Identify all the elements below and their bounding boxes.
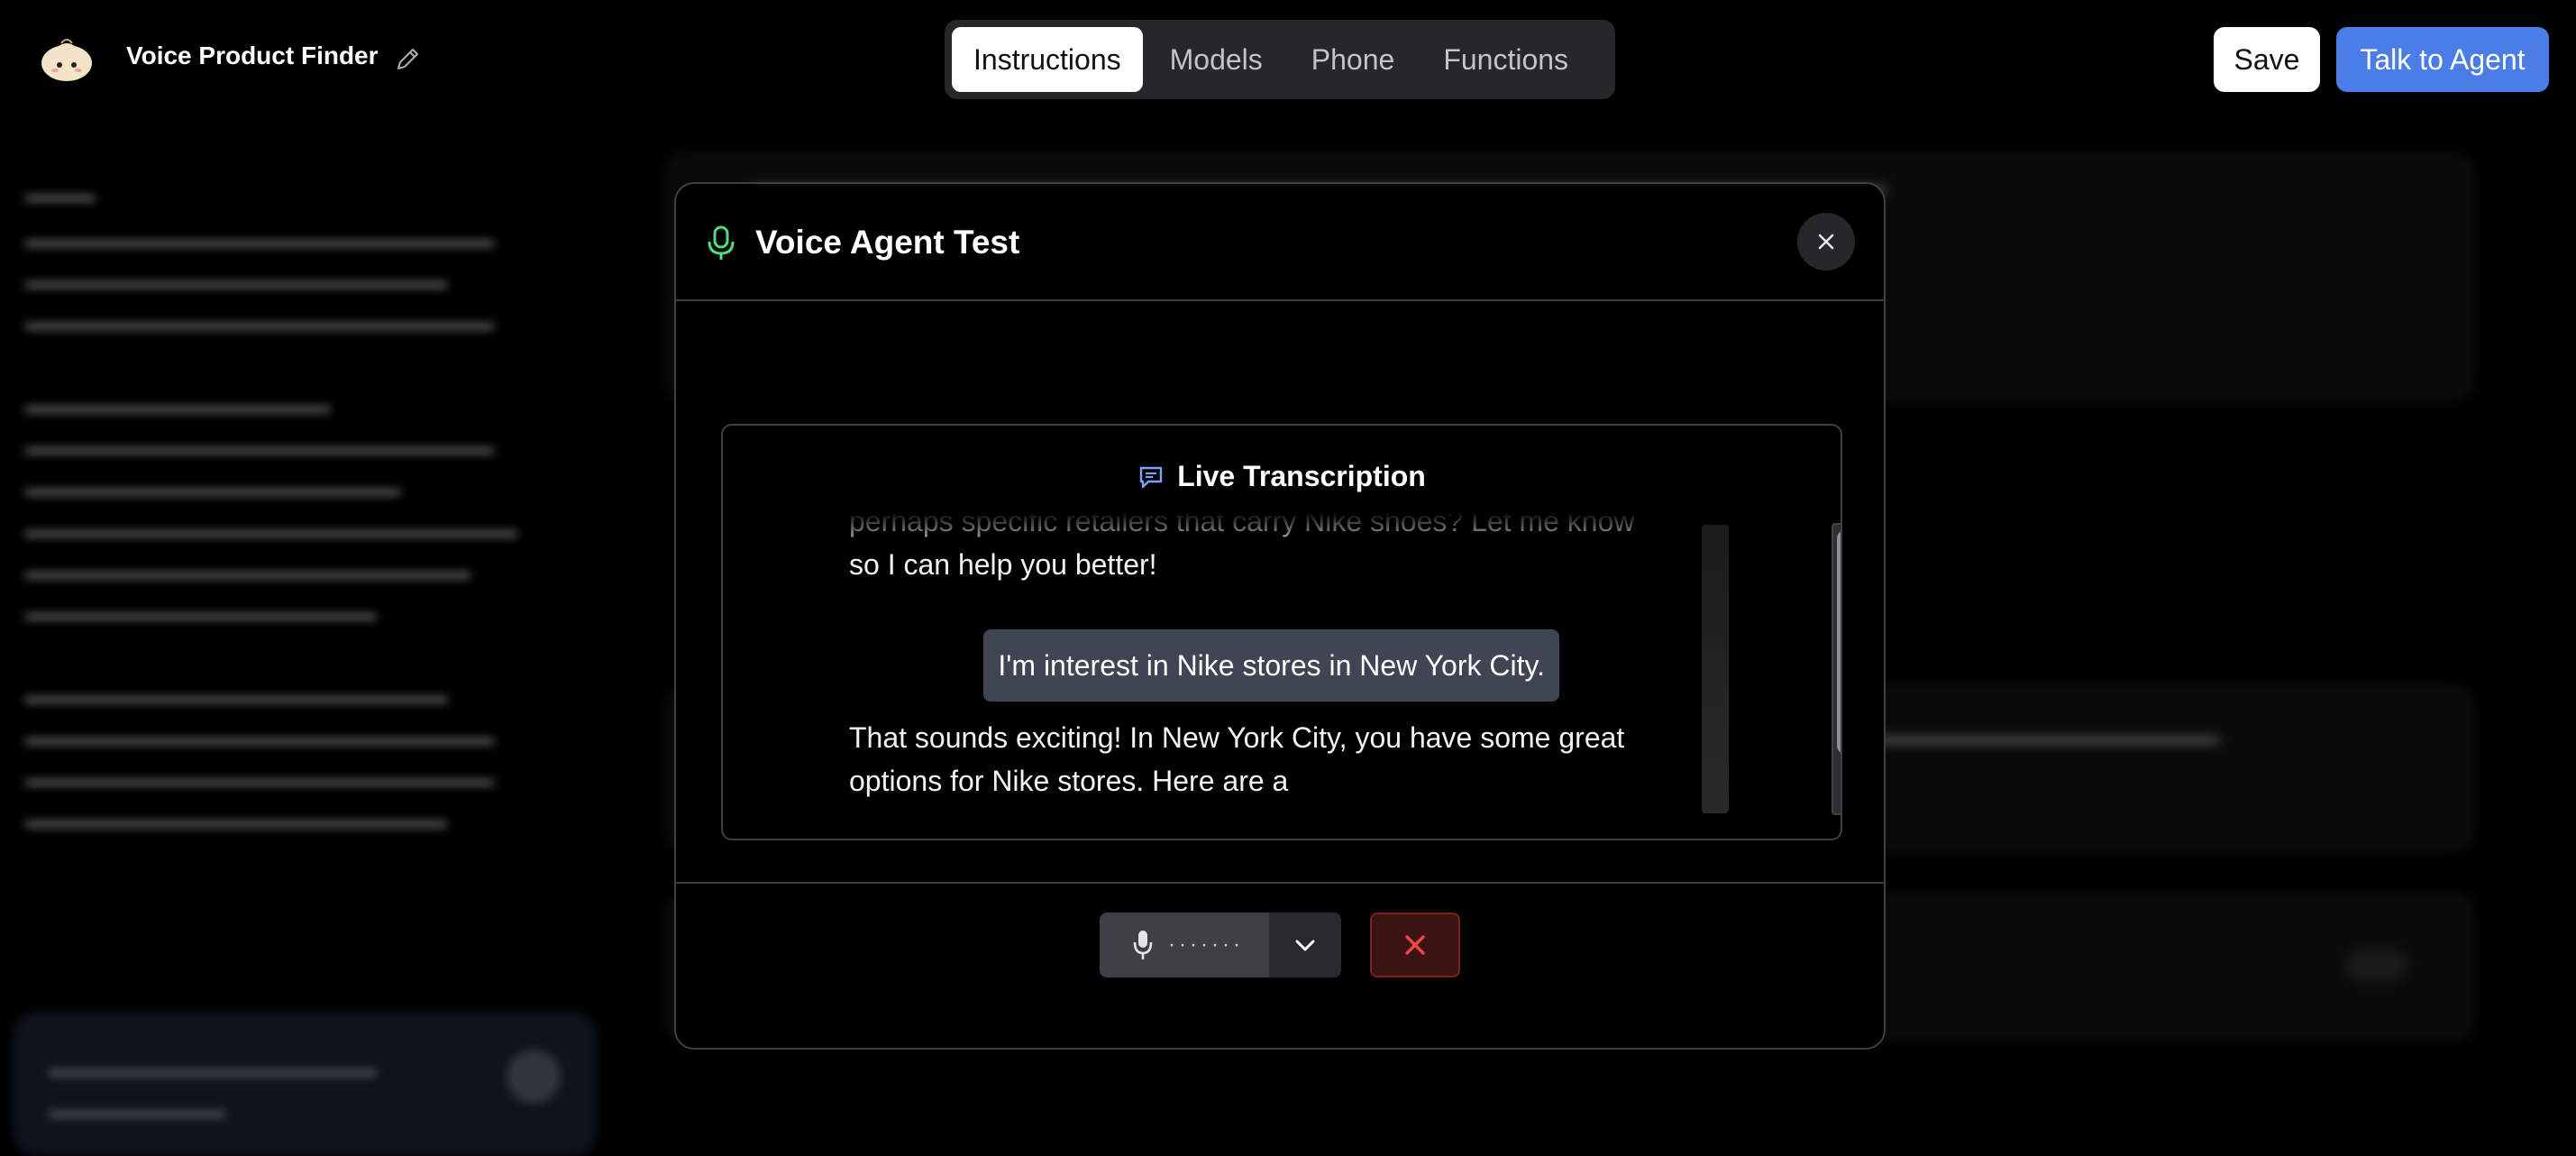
mic-level-indicator: ······· [1168, 932, 1244, 957]
assistant-input-blurred: ▬▬▬▬▬▬▬▬▬▬▬▬▬ ▬▬▬▬▬▬▬ [13, 1012, 597, 1156]
app-title: Voice Product Finder [126, 41, 379, 69]
blurred-text: ▬▬▬▬▬▬▬▬▬▬▬▬▬ ▬▬▬▬▬▬▬ [49, 1054, 377, 1124]
close-icon [1818, 234, 1834, 250]
blurred-text: ▬▬▬▬▬▬▬▬▬▬▬▬▬▬▬ [1841, 721, 2219, 749]
microphone-selector[interactable]: ······· [1100, 913, 1341, 977]
footer-divider [676, 882, 1884, 884]
live-transcription-panel: Live Transcription perhaps specific reta… [721, 424, 1842, 840]
end-call-button[interactable] [1370, 913, 1460, 977]
microphone-dropdown-button[interactable] [1269, 913, 1341, 977]
inner-scroll-track [1702, 525, 1729, 813]
modal-header: Voice Agent Test [676, 184, 1884, 301]
tab-bar: Instructions Models Phone Functions [945, 20, 1615, 99]
chevron-down-icon [1295, 940, 1315, 951]
blurred-text: ▬▬▬ [25, 180, 96, 207]
tab-instructions[interactable]: Instructions [952, 27, 1143, 92]
live-transcription-header: Live Transcription [723, 460, 1841, 493]
tab-models[interactable]: Models [1148, 27, 1284, 92]
transcript-scroll-area[interactable]: perhaps specific retailers that carry Ni… [723, 512, 1714, 828]
transcript-scrollbar[interactable] [1832, 523, 1841, 815]
close-modal-button[interactable] [1797, 213, 1855, 271]
blurred-text: ▬▬▬▬▬▬▬▬▬▬▬▬▬▬▬▬▬▬▬▬ ▬▬▬▬▬▬▬▬▬▬▬▬▬▬▬▬▬▬ … [25, 225, 517, 833]
microphone-toggle[interactable]: ······· [1100, 913, 1267, 977]
voice-agent-test-modal: Voice Agent Test Live Transcription perh… [674, 182, 1886, 1050]
blurred-toggle [2345, 949, 2408, 981]
bun-logo-icon [41, 39, 92, 81]
agent-message: That sounds exciting! In New York City, … [849, 721, 1625, 797]
close-icon [1405, 935, 1425, 955]
live-transcription-title: Live Transcription [1177, 460, 1426, 492]
scrollbar-thumb[interactable] [1837, 530, 1841, 754]
send-icon [507, 1050, 561, 1104]
top-bar: Voice Product Finder Instructions Models… [0, 0, 2576, 119]
save-button[interactable]: Save [2214, 27, 2320, 92]
microphone-icon [1133, 931, 1153, 959]
user-message: I'm interest in Nike stores in New York … [983, 629, 1559, 702]
microphone-icon [708, 225, 735, 260]
chat-bubble-icon [1139, 466, 1163, 488]
edit-pencil-icon[interactable] [393, 43, 424, 74]
assistant-panel-blurred: ▬▬▬ ▬▬▬▬▬▬▬▬▬▬▬▬▬▬▬▬▬▬▬▬ ▬▬▬▬▬▬▬▬▬▬▬▬▬▬▬… [0, 119, 613, 1156]
tab-functions[interactable]: Functions [1421, 27, 1590, 92]
modal-title: Voice Agent Test [755, 224, 1020, 261]
tab-phone[interactable]: Phone [1290, 27, 1417, 92]
talk-to-agent-button[interactable]: Talk to Agent [2336, 27, 2549, 92]
transcript-fade [723, 512, 1714, 552]
